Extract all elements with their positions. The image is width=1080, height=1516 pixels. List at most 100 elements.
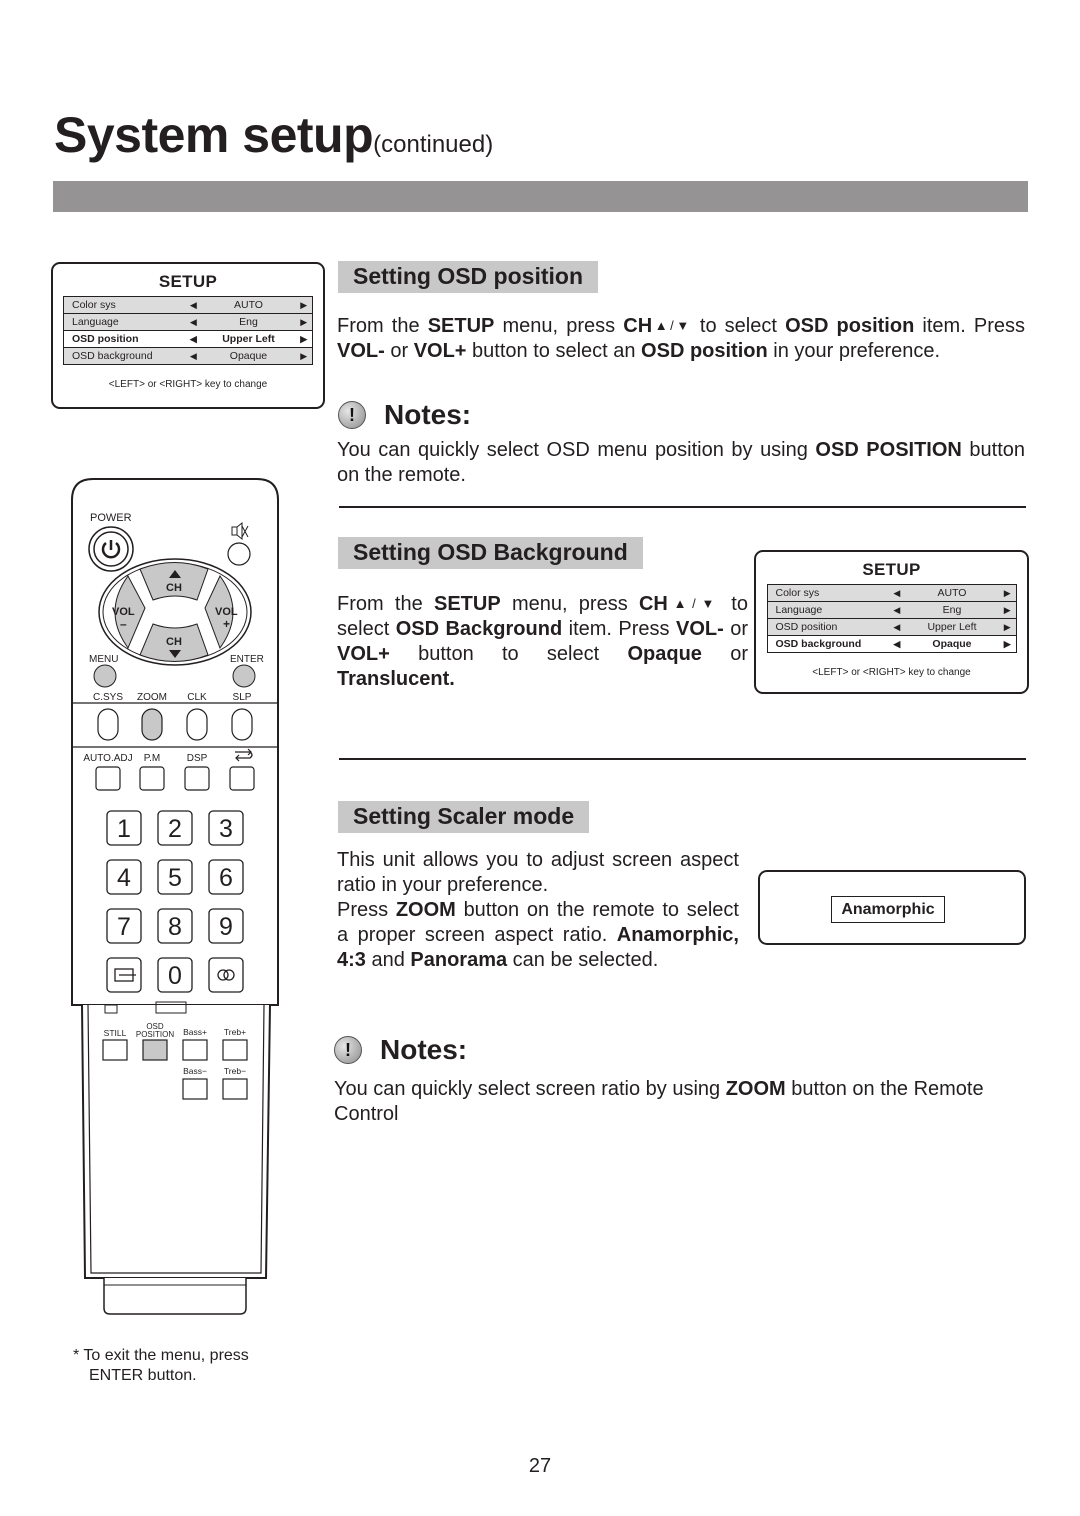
notes-heading: ! Notes: [338, 399, 471, 431]
treb-minus-label: Treb− [224, 1066, 246, 1076]
emphasis-text: Panorama [410, 949, 508, 971]
left-arrow-icon: ◀ [888, 618, 905, 636]
page-title-text: System setup [54, 107, 374, 163]
emphasis-text: Translucent. [337, 668, 455, 690]
right-arrow-icon: ▶ [998, 635, 1017, 653]
svg-text:CH: CH [166, 636, 182, 648]
emphasis-text: ZOOM [395, 899, 456, 921]
svg-text:CH: CH [166, 582, 182, 594]
warning-icon: ! [338, 401, 366, 429]
power-button[interactable] [88, 526, 134, 572]
enter-label: ENTER [230, 654, 264, 665]
footnote-line-1: * To exit the menu, press [73, 1347, 249, 1364]
osd-item-value: Upper Left [201, 330, 296, 348]
treb-plus-label: Treb+ [224, 1027, 246, 1037]
multi-sound-button[interactable] [208, 957, 244, 993]
digit-label: 9 [219, 913, 233, 941]
digit-label: 4 [117, 864, 131, 892]
svg-text:–: – [120, 617, 127, 631]
pm-button[interactable] [139, 766, 165, 791]
divider [339, 506, 1026, 508]
emphasis-text: ZOOM [725, 1078, 786, 1100]
osd-menu-row[interactable]: Color sys ◀ AUTO ▶ [766, 584, 1017, 602]
osd-menu-row[interactable]: Language ◀ Eng ▶ [63, 313, 314, 331]
bass-minus-label: Bass− [183, 1066, 207, 1076]
button-label: AUTO.ADJ [83, 753, 132, 764]
osd-item-name: Color sys [766, 584, 889, 602]
bass-minus-button[interactable] [182, 1078, 208, 1100]
digit-label: 2 [168, 815, 182, 843]
body-text-segment: menu, press [500, 593, 639, 615]
button-label: CLK [187, 692, 207, 703]
digit-label: 0 [168, 962, 182, 990]
osd-item-name: OSD position [766, 618, 889, 636]
body-text-segment: Press [337, 899, 396, 921]
still-label: STILL [104, 1028, 127, 1038]
osd-item-name: OSD background [63, 347, 186, 365]
body-text-segment: From the [337, 593, 434, 615]
section-heading-scaler-mode: Setting Scaler mode [338, 801, 590, 833]
osd-menu-row[interactable]: OSD background ◀ Opaque ▶ [63, 347, 314, 365]
emphasis-text: SETUP [434, 593, 501, 615]
emphasis-text: VOL+ [337, 643, 390, 665]
auto-adj-button[interactable] [95, 766, 121, 791]
scaler-note: You can quickly select screen ratio by u… [334, 1077, 994, 1127]
zoom-button[interactable] [141, 708, 163, 741]
divider [339, 758, 1026, 760]
emphasis-text: OSD Background [395, 618, 563, 640]
digit-label: 6 [219, 864, 233, 892]
emphasis-text: Opaque [627, 643, 702, 665]
body-text-segment: or [701, 643, 748, 665]
osd-menu-hint: <LEFT> or <RIGHT> key to change [812, 667, 971, 678]
osd-menu-row[interactable]: Color sys ◀ AUTO ▶ [63, 296, 314, 314]
menu-button[interactable] [93, 664, 117, 688]
osd-menu-row[interactable]: OSD background ◀ Opaque ▶ [766, 635, 1017, 653]
osd-menu-row[interactable]: Language ◀ Eng ▶ [766, 601, 1017, 619]
treb-minus-button[interactable] [222, 1078, 248, 1100]
button-label: DSP [187, 753, 208, 764]
body-text-segment: button to select an [466, 340, 642, 362]
treb-plus-button[interactable] [222, 1039, 248, 1061]
digit-label: 1 [117, 815, 131, 843]
swap-button[interactable] [229, 766, 255, 791]
osd-menu-table: Color sys ◀ AUTO ▶ Language ◀ Eng ▶ OSD position… [63, 296, 314, 365]
dsp-button[interactable] [184, 766, 210, 791]
osd-item-value: AUTO [201, 296, 296, 314]
body-text-segment: item. Press [914, 315, 1026, 337]
body-text-segment: button to select [389, 643, 628, 665]
body-text-segment: or [723, 618, 748, 640]
right-arrow-icon: ▶ [295, 296, 314, 314]
notes-heading-text: Notes: [380, 1034, 468, 1065]
osd-setup-menu-background: SETUP Color sys ◀ AUTO ▶ Language ◀ Eng ▶ OSD po… [754, 550, 1029, 694]
osd-position-button[interactable] [142, 1039, 168, 1061]
osd-menu-row[interactable]: OSD position ◀ Upper Left ▶ [766, 618, 1017, 636]
osd-item-name: Language [63, 313, 186, 331]
osd-menu-row[interactable]: OSD position ◀ Upper Left ▶ [63, 330, 314, 348]
osd-background-instructions: From the SETUP menu, press CH▲/▼ to sele… [337, 591, 748, 692]
left-arrow-icon: ◀ [185, 330, 202, 348]
csys-button[interactable] [97, 708, 119, 741]
osd-item-name: Color sys [63, 296, 186, 314]
osd-position-label: POSITION [136, 1030, 174, 1039]
enter-button[interactable] [232, 664, 256, 688]
digit-label: 8 [168, 913, 182, 941]
emphasis-text: CH [638, 593, 668, 615]
svg-text:+: + [223, 617, 230, 631]
right-arrow-icon: ▶ [998, 618, 1017, 636]
body-text-segment: can be selected. [507, 949, 659, 971]
mute-button[interactable] [227, 542, 251, 566]
remote-base [103, 1278, 247, 1315]
warning-icon: ! [334, 1036, 362, 1064]
body-text-segment: ▲/▼ [667, 596, 721, 611]
osd-item-value: Eng [201, 313, 296, 331]
osd-menu-hint: <LEFT> or <RIGHT> key to change [108, 379, 268, 390]
clk-button[interactable] [186, 708, 208, 741]
osd-menu-table: Color sys ◀ AUTO ▶ Language ◀ Eng ▶ OSD position… [766, 584, 1017, 653]
emphasis-text: OSD position [785, 315, 915, 337]
body-text-segment: item. Press [562, 618, 676, 640]
bass-plus-button[interactable] [182, 1039, 208, 1061]
button-label: SLP [233, 692, 252, 703]
slp-button[interactable] [231, 708, 253, 741]
still-button[interactable] [102, 1039, 128, 1061]
osd-position-note: You can quickly select OSD menu position… [337, 438, 1025, 488]
